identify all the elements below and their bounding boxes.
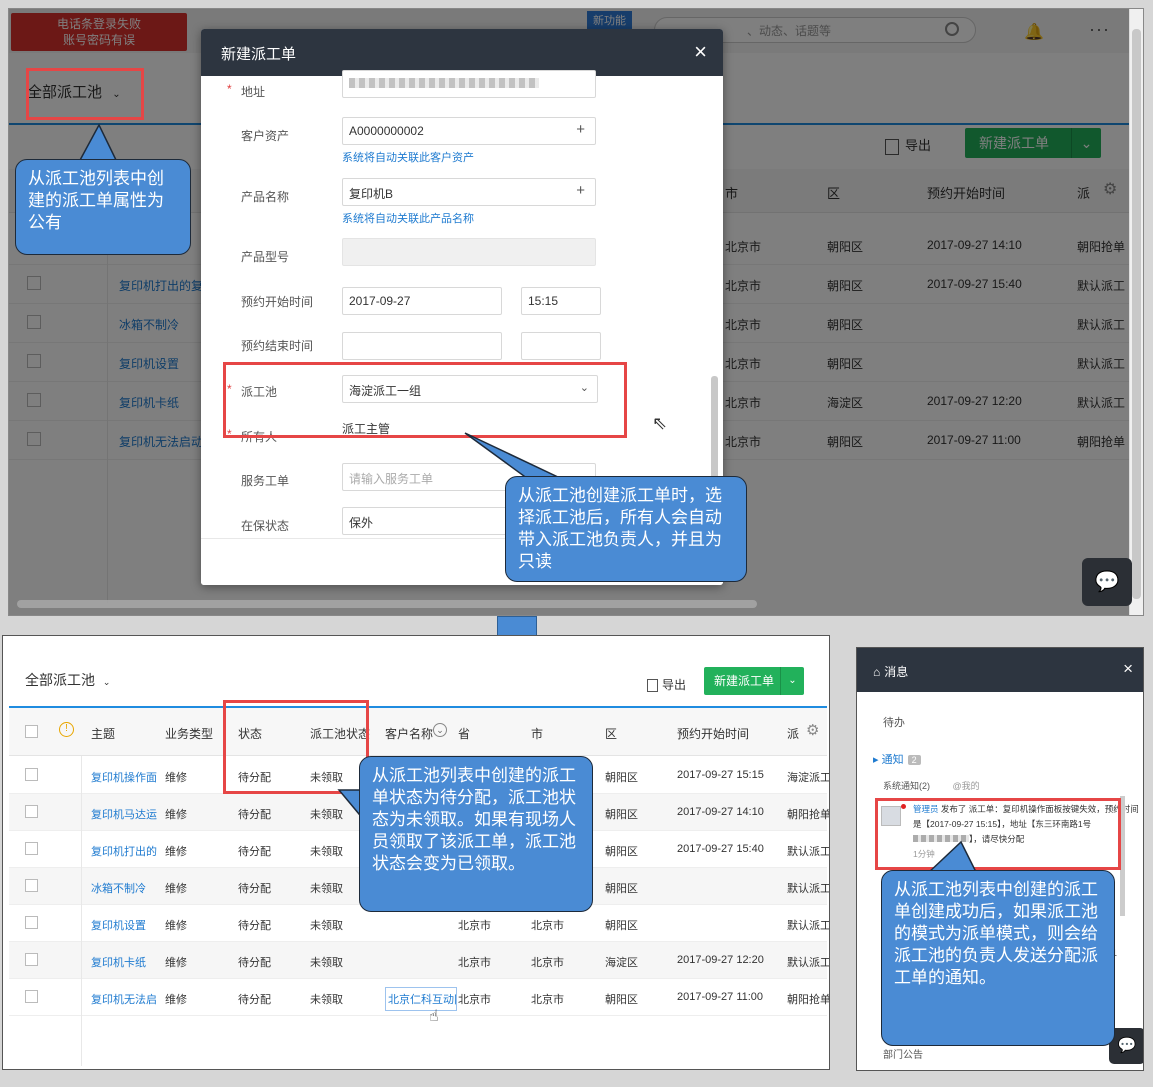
callout-3: 从派工池列表中创建的派工单状态为待分配，派工池状态为未领取。如果有现场人员领取了… bbox=[359, 756, 593, 912]
callout-1: 从派工池列表中创建的派工单属性为公有 bbox=[15, 159, 191, 255]
callout-4: 从派工池列表中创建的派工单创建成功后，如果派工池的模式为派单模式，则会给派工池的… bbox=[881, 870, 1115, 1046]
callout-2: 从派工池创建派工单时，选择派工池后，所有人会自动带入派工池负责人，并且为只读 bbox=[505, 476, 747, 582]
bottom-left-screenshot-panel: 全部派工池 ⌄ 导出 新建派工单 ⌄ ! 主题 业务类型 状态 派工池状态 客户名… bbox=[2, 635, 830, 1070]
top-screenshot-panel: 电话条登录失败 账号密码有误 新功能 、动态、话题等 🔔 ··· 全部派工池 ⌄… bbox=[8, 8, 1144, 616]
bottom-right-message-panel: ⌂ 消息 × 待办 ▸ 通知 2 系统通知(2) @我的 管理员 发布了 派工单：复… bbox=[856, 647, 1144, 1071]
callout-1-tail bbox=[77, 123, 119, 163]
cursor-icon: ⇖ bbox=[652, 413, 668, 433]
flow-connector bbox=[497, 616, 537, 636]
